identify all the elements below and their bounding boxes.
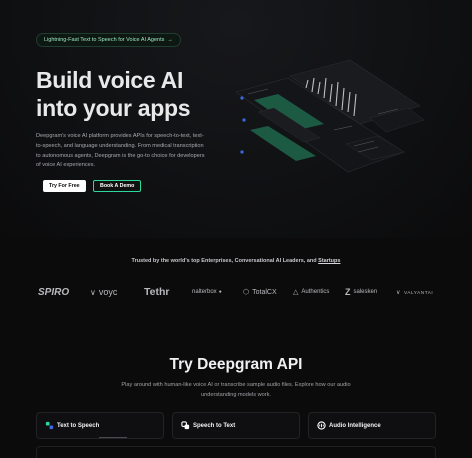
tab-speech-to-text-label: Speech to Text [193,422,236,429]
valyantai-mark-icon: ∨ [396,289,401,296]
book-a-demo-button[interactable]: Book A Demo [93,180,142,192]
hero-section: Lightning-Fast Text to Speech for Voice … [0,0,472,238]
announcement-pill[interactable]: Lightning-Fast Text to Speech for Voice … [36,33,181,47]
active-tab-indicator [99,437,127,438]
trusted-by-text: Trusted by the world's top Enterprises, … [0,258,472,264]
authentics-mark-icon: △ [293,289,299,296]
salesken-mark-icon: Z [345,287,351,297]
announcement-text: Lightning-Fast Text to Speech for Voice … [44,37,165,43]
logo-voyc: ∨ voyc [90,287,118,297]
text-to-speech-icon [45,421,54,430]
trusted-by-label: Trusted by the world's top Enterprises, … [131,258,317,264]
product-mockup-illustration [235,59,425,173]
logo-tethr: Tethr [144,286,170,298]
demo-panel [36,446,436,458]
audio-intelligence-icon [317,421,326,430]
logo-nalterbox: nalterbox ● [192,289,222,295]
tab-text-to-speech-label: Text to Speech [57,422,100,429]
tab-text-to-speech[interactable]: Text to Speech [36,412,164,439]
customer-logos-row: SPIRO ∨ voyc Tethr nalterbox ● ⬡ TotalCX… [38,282,438,302]
logo-totalcx: ⬡ TotalCX [243,288,277,297]
mockup-dots [240,96,246,154]
totalcx-mark-icon: ⬡ [243,289,250,296]
try-api-description: Play around with human-like voice AI or … [121,382,351,398]
hero-title: Build voice AI into your apps [36,66,236,122]
hero-title-line-1: Build voice AI [36,67,184,93]
tab-speech-to-text[interactable]: Speech to Text [172,412,300,439]
try-api-title: Try Deepgram API [169,356,303,373]
hero-title-line-2: into your apps [36,95,191,121]
try-for-free-button[interactable]: Try For Free [43,180,86,192]
voyc-mark-icon: ∨ [90,287,96,297]
logo-authentics: △ Authentics [293,289,330,296]
startups-link[interactable]: Startups [318,258,340,264]
tab-audio-intelligence-label: Audio Intelligence [329,422,381,429]
tab-audio-intelligence[interactable]: Audio Intelligence [308,412,436,439]
speech-to-text-icon [181,421,190,430]
logo-valyantai: ∨ VALYANTAI [396,289,434,296]
nalterbox-mark-icon: ● [218,289,222,295]
logo-spiro: SPIRO [38,286,70,298]
hero-description: Deepgram's voice AI platform provides AP… [36,133,205,169]
logo-salesken: Z salesken [345,287,378,297]
arrow-right-icon: → [167,37,173,43]
